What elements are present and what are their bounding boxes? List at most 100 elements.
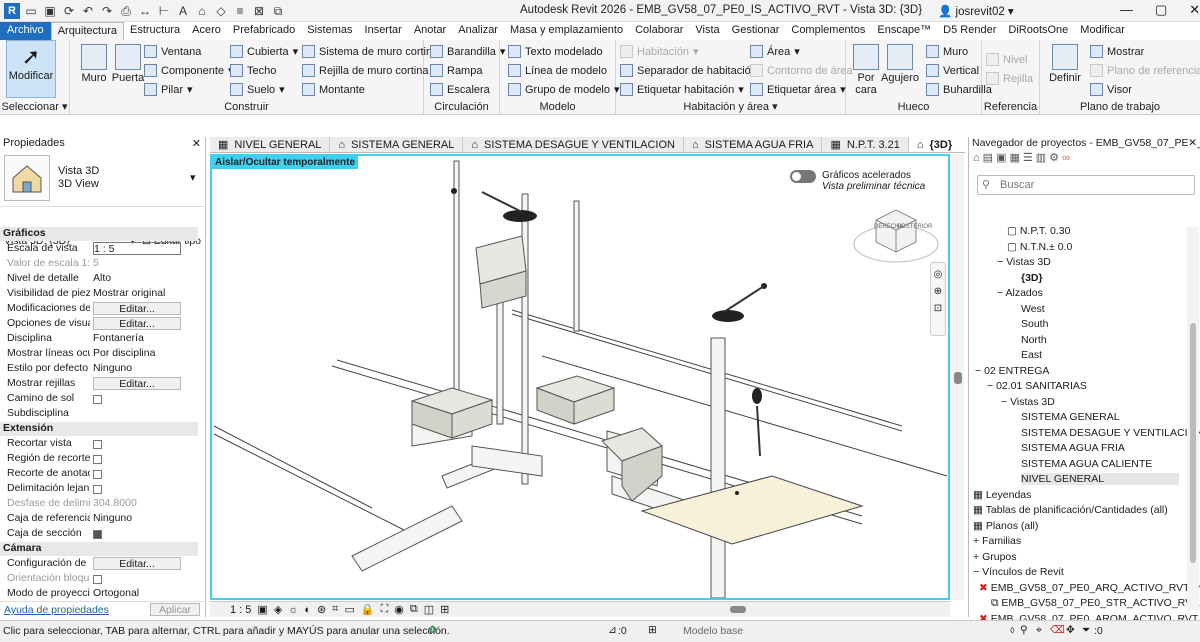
- property-value[interactable]: Ninguno: [90, 512, 198, 527]
- checkbox[interactable]: [93, 470, 102, 479]
- tab-complementos[interactable]: Complementos: [785, 22, 871, 40]
- model-text-button[interactable]: Texto modelado: [508, 45, 603, 58]
- property-row[interactable]: Escala de vista 1 : 5: [0, 242, 198, 257]
- property-row[interactable]: Disciplina Fontanería: [0, 332, 198, 347]
- level-button[interactable]: Nivel: [986, 53, 1027, 66]
- checkbox[interactable]: [93, 455, 102, 464]
- model-line-button[interactable]: Línea de modelo: [508, 64, 607, 77]
- accelerated-graphics-toggle[interactable]: Gráficos acelerados Vista preliminar téc…: [790, 170, 925, 192]
- property-value[interactable]: Editar...: [90, 317, 198, 332]
- horizontal-scroll-thumb[interactable]: [730, 606, 746, 613]
- select-pinned-icon[interactable]: ⌖: [1036, 624, 1042, 637]
- property-value[interactable]: Editar...: [90, 557, 198, 572]
- property-value[interactable]: [90, 437, 198, 452]
- property-value[interactable]: [90, 452, 198, 467]
- property-row[interactable]: Subdisciplina: [0, 407, 198, 422]
- railing-button[interactable]: Barandilla ▾: [430, 45, 505, 58]
- tab-arquitectura[interactable]: Arquitectura: [50, 22, 124, 40]
- print-icon[interactable]: ⎙: [118, 3, 134, 19]
- filter-icon[interactable]: ⏷: [1082, 624, 1090, 637]
- checkbox[interactable]: [93, 575, 102, 584]
- property-row[interactable]: Mostrar líneas ocu...Por disciplina: [0, 347, 198, 362]
- viewport-vertical-scrollbar[interactable]: [952, 154, 964, 600]
- tab-sistema-general[interactable]: ⌂ SISTEMA GENERAL: [330, 137, 464, 152]
- property-value[interactable]: Por disciplina: [90, 347, 198, 362]
- editable-icon[interactable]: ⊿: [608, 624, 617, 636]
- roof-button[interactable]: Cubierta ▾: [230, 45, 298, 58]
- close-hidden-icon[interactable]: ⊠: [251, 3, 267, 19]
- curtain-system-button[interactable]: Sistema de muro cortina: [302, 45, 438, 58]
- link-select-icon[interactable]: ⚲: [1020, 624, 1028, 636]
- browser-tree-item[interactable]: ▦ Planos (all): [973, 520, 1038, 532]
- property-value[interactable]: Mostrar original: [90, 287, 198, 302]
- browser-tree-item[interactable]: SISTEMA DESAGUE Y VENTILACION: [1021, 427, 1200, 439]
- save-icon[interactable]: ▣: [42, 3, 58, 19]
- property-row[interactable]: Nivel de detalle Alto: [0, 272, 198, 287]
- undo-icon[interactable]: ↶: [80, 3, 96, 19]
- view-scale[interactable]: 1 : 5: [230, 604, 251, 616]
- tab-modificar[interactable]: Modificar: [1074, 22, 1131, 40]
- browser-tree-item[interactable]: South: [1021, 318, 1048, 330]
- section-graficos[interactable]: Gráficos: [0, 227, 198, 241]
- property-row[interactable]: Modificaciones de...Editar...: [0, 302, 198, 317]
- close-icon[interactable]: ✕: [1189, 2, 1200, 18]
- design-options-icon[interactable]: ⊞: [648, 624, 657, 636]
- property-row[interactable]: Delimitación lejan...: [0, 482, 198, 497]
- browser-tree-item[interactable]: + Grupos: [973, 551, 1017, 563]
- tab-dirootsone[interactable]: DiRootsOne: [1002, 22, 1074, 40]
- browser-tree-item[interactable]: SISTEMA AGUA CALIENTE: [1021, 458, 1152, 470]
- close-icon[interactable]: ✕: [1188, 137, 1197, 149]
- property-row[interactable]: Valor de escala 1: 5: [0, 257, 198, 272]
- browser-tree-item[interactable]: + Familias: [973, 535, 1021, 547]
- property-value[interactable]: [90, 407, 198, 422]
- property-row[interactable]: Recorte de anotac...: [0, 467, 198, 482]
- tag-room-button[interactable]: Etiquetar habitación ▾: [620, 83, 744, 96]
- tab-masa[interactable]: Masa y emplazamiento: [504, 22, 629, 40]
- vertical-opening-button[interactable]: Vertical: [926, 64, 979, 77]
- checkbox[interactable]: [93, 440, 102, 449]
- browser-tree-item[interactable]: − Alzados: [997, 287, 1043, 299]
- reference-plane-button[interactable]: Plano de referencia: [1090, 64, 1200, 77]
- switch-windows-icon[interactable]: ⧉: [270, 3, 286, 19]
- browser-scrollbar[interactable]: [1187, 227, 1199, 611]
- tab-gestionar[interactable]: Gestionar: [726, 22, 786, 40]
- door-button[interactable]: Puerta: [110, 44, 146, 84]
- browser-tree-item[interactable]: SISTEMA AGUA FRIA: [1021, 442, 1125, 454]
- browser-tree-item[interactable]: − Vistas 3D: [1001, 396, 1055, 408]
- room-separator-button[interactable]: Separador de habitación: [620, 64, 757, 77]
- drag-elements-icon[interactable]: ✥: [1066, 624, 1075, 636]
- property-row[interactable]: Modo de proyecci... Ortogonal: [0, 587, 198, 602]
- property-value[interactable]: [90, 527, 198, 542]
- scroll-thumb[interactable]: [954, 372, 962, 384]
- wall-button[interactable]: Muro: [76, 44, 112, 84]
- viewer-button[interactable]: Visor: [1090, 83, 1132, 96]
- 3d-viewport[interactable]: Aislar/Ocultar temporalmente Gráficos ac…: [210, 154, 950, 600]
- area-boundary-button[interactable]: Contorno de área: [750, 64, 853, 77]
- property-row[interactable]: Región de recorte ...: [0, 452, 198, 467]
- browser-tree-item[interactable]: North: [1021, 334, 1047, 346]
- browser-tree-item[interactable]: − Vistas 3D: [997, 256, 1051, 268]
- constraints-icon[interactable]: ⊞: [440, 603, 449, 616]
- property-value[interactable]: [90, 392, 198, 407]
- browser-tree-item[interactable]: ▢ N.T.N.± 0.0: [1007, 241, 1072, 253]
- browser-tree-item[interactable]: NIVEL GENERAL: [1021, 473, 1179, 485]
- property-row[interactable]: Desfase de delimit...304.8000: [0, 497, 198, 512]
- browser-tree-icon[interactable]: ▤: [983, 152, 996, 164]
- sun-path-icon[interactable]: ☼: [288, 604, 298, 616]
- analytical-model-icon[interactable]: ◫: [424, 603, 434, 616]
- tab-npt[interactable]: ▦ N.P.T. 3.21: [822, 137, 909, 152]
- property-row[interactable]: Visibilidad de piez...Mostrar original: [0, 287, 198, 302]
- worksharing-icon[interactable]: ⧉: [410, 603, 418, 616]
- edit-button[interactable]: Editar...: [93, 317, 181, 330]
- set-workplane-button[interactable]: Definir: [1046, 44, 1084, 84]
- property-value[interactable]: Ortogonal: [90, 587, 198, 602]
- property-row[interactable]: Caja de referencia Ninguno: [0, 512, 198, 527]
- window-button[interactable]: Ventana: [144, 45, 201, 58]
- browser-tree-item[interactable]: − 02.01 SANITARIAS: [987, 380, 1087, 392]
- tab-nivel-general[interactable]: ▦ NIVEL GENERAL: [210, 137, 331, 152]
- mullion-button[interactable]: Montante: [302, 83, 365, 96]
- open-icon[interactable]: ▭: [23, 3, 39, 19]
- property-row[interactable]: Caja de sección: [0, 527, 198, 542]
- workset-icon[interactable]: ✿: [428, 624, 437, 636]
- ceiling-button[interactable]: Techo: [230, 64, 276, 77]
